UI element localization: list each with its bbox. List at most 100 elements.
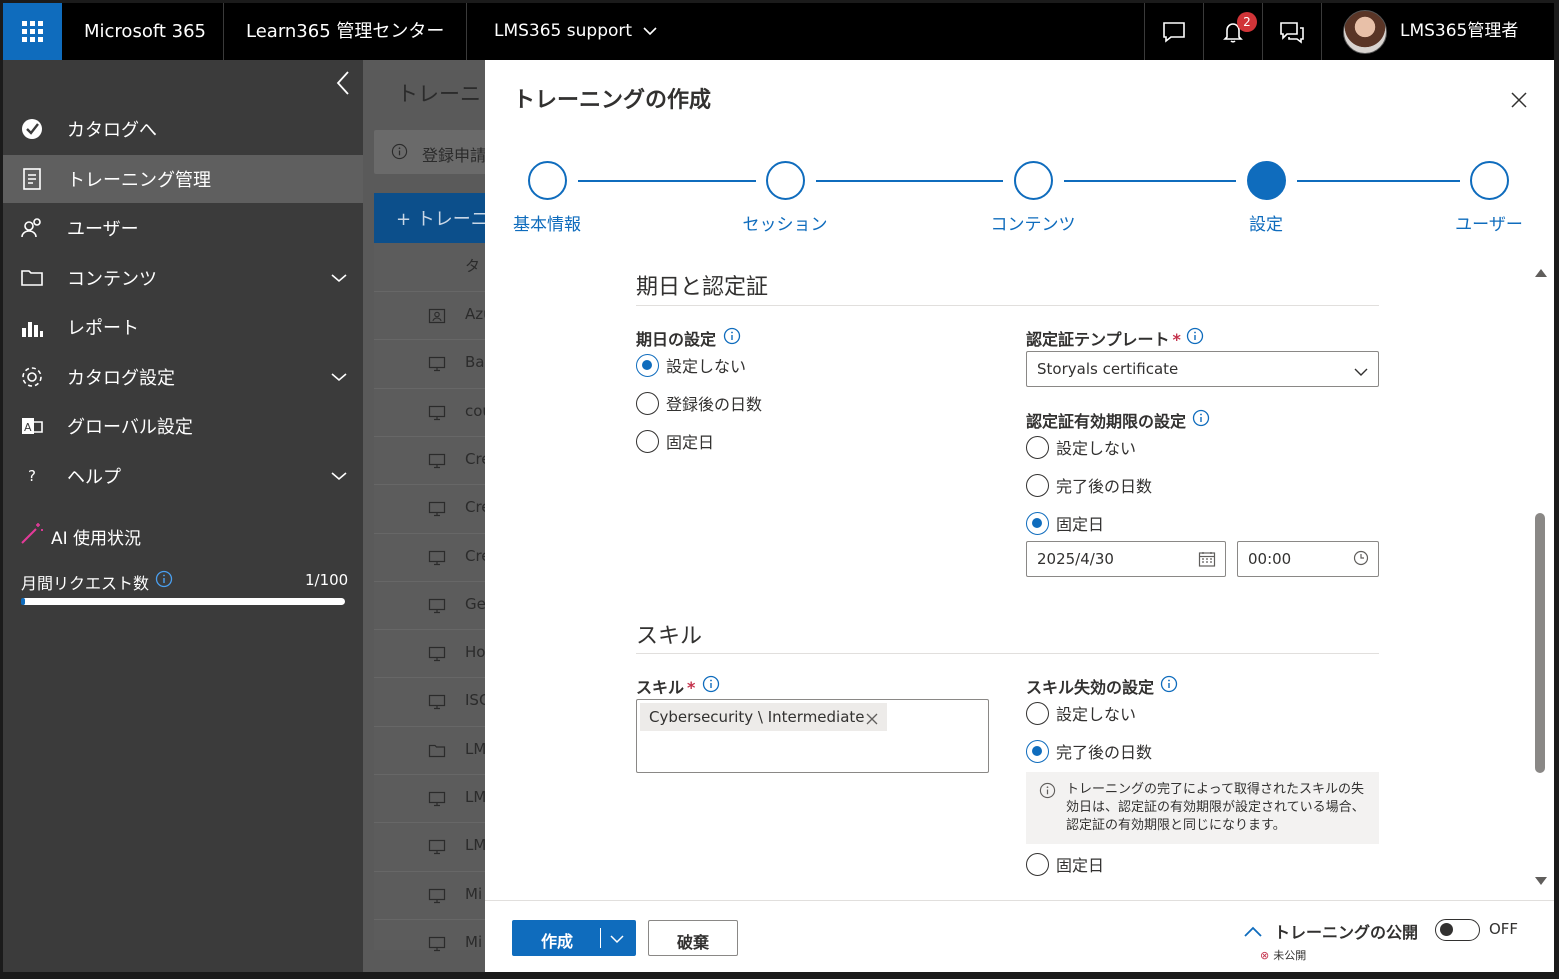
new-training-button[interactable]: + トレーニ: [374, 193, 493, 243]
monitor-icon: [428, 888, 446, 908]
app-launcher-button[interactable]: [3, 3, 62, 60]
chevron-down-icon[interactable]: [329, 466, 349, 486]
close-button[interactable]: [1507, 88, 1531, 112]
info-icon[interactable]: [723, 327, 741, 349]
publish-toggle[interactable]: [1435, 919, 1480, 941]
table-row[interactable]: Cre: [374, 484, 493, 532]
table-row[interactable]: Mi: [374, 870, 493, 919]
table-row[interactable]: Mi: [374, 918, 493, 967]
info-box-text: トレーニングの完了によって取得されたスキルの失効日は、認定証の有効期限が設定され…: [1066, 782, 1365, 833]
collapse-sidebar-button[interactable]: [330, 68, 356, 98]
due-option-none[interactable]: 設定しない: [636, 353, 746, 377]
info-icon[interactable]: [1192, 409, 1210, 431]
sidebar-item-catalog-settings[interactable]: カタログ設定: [3, 353, 363, 401]
chevron-down-icon[interactable]: [610, 929, 624, 948]
avatar[interactable]: [1343, 10, 1387, 54]
step-4-circle[interactable]: [1247, 161, 1286, 200]
radio-label: 設定しない: [1056, 705, 1137, 724]
sidebar-item-users[interactable]: ユーザー: [3, 204, 363, 252]
table-row[interactable]: ISC: [374, 677, 493, 725]
cert-expiry-option-none[interactable]: 設定しない: [1026, 435, 1136, 459]
tenant-selector[interactable]: LMS365 support: [494, 3, 658, 60]
sidebar: カタログへ トレーニング管理 ユーザー コンテンツ レポート カタログ設定 A …: [3, 60, 363, 972]
table-row[interactable]: LM: [374, 822, 493, 870]
date-value: 2025/4/30: [1037, 550, 1114, 568]
skill-expiry-option-fixed-date[interactable]: 固定日: [1026, 852, 1104, 876]
sidebar-item-catalog[interactable]: カタログへ: [3, 105, 363, 153]
clipboard-icon: [19, 166, 45, 192]
discard-button[interactable]: 破棄: [648, 920, 738, 956]
panel-scrollbar[interactable]: [1530, 265, 1550, 895]
step-label-settings[interactable]: 設定: [1249, 210, 1283, 235]
user-name[interactable]: LMS365管理者: [1400, 3, 1518, 60]
table-row[interactable]: LM: [374, 725, 493, 774]
publish-training-label[interactable]: トレーニングの公開: [1274, 919, 1418, 943]
row-title: Mi: [465, 884, 483, 903]
step-3-circle[interactable]: [1014, 161, 1053, 200]
monitor-icon: [428, 936, 446, 956]
radio-label: 完了後の日数: [1056, 743, 1153, 762]
contact-card-icon: [428, 308, 446, 328]
bar-chart-icon: [19, 314, 45, 340]
info-icon[interactable]: [1186, 327, 1204, 349]
skill-expiry-option-days-after-completion[interactable]: 完了後の日数: [1026, 739, 1152, 763]
monitor-icon: [428, 501, 446, 521]
due-option-days-after-enroll[interactable]: 登録後の日数: [636, 391, 762, 415]
cert-template-dropdown[interactable]: Storyals certificate: [1026, 351, 1379, 387]
step-2-circle[interactable]: [766, 161, 805, 200]
sidebar-item-reports[interactable]: レポート: [3, 303, 363, 351]
sidebar-item-content[interactable]: コンテンツ: [3, 254, 363, 302]
chevron-down-icon[interactable]: [329, 367, 349, 387]
sidebar-item-help[interactable]: ? ヘルプ: [3, 452, 363, 500]
step-label-users[interactable]: ユーザー: [1455, 210, 1523, 235]
scrollbar-thumb[interactable]: [1535, 513, 1545, 773]
chat-button[interactable]: [1145, 3, 1203, 60]
step-connector: [578, 180, 756, 182]
table-row[interactable]: Cre: [374, 435, 493, 484]
step-label-session[interactable]: セッション: [743, 210, 828, 235]
cert-expiry-time-input[interactable]: 00:00: [1237, 541, 1379, 577]
feedback-button[interactable]: [1263, 3, 1321, 60]
row-title: Mi: [465, 932, 483, 951]
clock-icon[interactable]: [1353, 550, 1369, 570]
scroll-up-icon[interactable]: [1535, 269, 1547, 277]
info-icon[interactable]: [155, 570, 173, 592]
due-option-fixed-date[interactable]: 固定日: [636, 429, 714, 453]
sidebar-item-global-settings[interactable]: A グローバル設定: [3, 402, 363, 450]
scroll-down-icon[interactable]: [1535, 877, 1547, 885]
sidebar-item-training[interactable]: トレーニング管理: [3, 155, 363, 203]
table-row[interactable]: Ho: [374, 629, 493, 677]
info-icon[interactable]: [1160, 675, 1178, 697]
notifications-button[interactable]: 2: [1204, 3, 1262, 60]
step-label-content[interactable]: コンテンツ: [991, 210, 1076, 235]
monitor-icon: [428, 791, 446, 811]
table-row[interactable]: cou: [374, 387, 493, 436]
table-row[interactable]: Bar: [374, 339, 493, 387]
requests-progress-bar: [21, 598, 345, 605]
chevron-up-icon[interactable]: [1243, 923, 1263, 942]
table-row[interactable]: Azu: [374, 291, 493, 339]
monthly-requests-count: 1/100: [305, 571, 349, 589]
info-icon[interactable]: [702, 675, 720, 697]
magic-wand-icon: [19, 520, 45, 550]
app-name[interactable]: Microsoft 365: [84, 3, 206, 60]
step-5-circle[interactable]: [1470, 161, 1509, 200]
cert-expiry-option-fixed-date[interactable]: 固定日: [1026, 511, 1104, 535]
create-training-panel: トレーニングの作成 基本情報 セッション コンテンツ 設定 ユーザー 期日と認定…: [485, 60, 1554, 972]
admin-center-title[interactable]: Learn365 管理センター: [246, 3, 444, 60]
table-row[interactable]: Cre: [374, 532, 493, 581]
step-1-circle[interactable]: [528, 161, 567, 200]
step-label-basic-info[interactable]: 基本情報: [513, 210, 581, 235]
skill-expiry-option-none[interactable]: 設定しない: [1026, 701, 1136, 725]
info-icon: [391, 143, 408, 164]
chevron-down-icon[interactable]: [329, 268, 349, 288]
remove-skill-icon[interactable]: [866, 710, 878, 729]
table-row[interactable]: LM: [374, 774, 493, 822]
cert-expiry-option-days-after-completion[interactable]: 完了後の日数: [1026, 473, 1152, 497]
calendar-icon[interactable]: [1198, 550, 1216, 572]
skill-picker[interactable]: Cybersecurity \ Intermediate: [636, 699, 989, 773]
table-row[interactable]: Ge: [374, 580, 493, 629]
cert-expiry-date-input[interactable]: 2025/4/30: [1026, 541, 1226, 577]
toggle-state-text: OFF: [1489, 920, 1519, 938]
create-button[interactable]: 作成: [512, 920, 636, 956]
